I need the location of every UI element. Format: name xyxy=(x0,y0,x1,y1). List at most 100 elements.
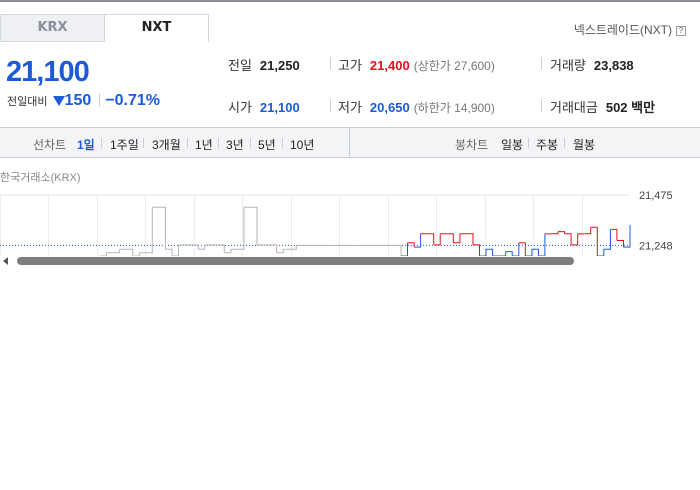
change-label: 전일대비 xyxy=(7,96,48,108)
price-line-segment xyxy=(172,244,179,256)
stat-high: 고가 21,400 (상한가 27,600) xyxy=(338,55,495,74)
stat-label: 시가 xyxy=(228,100,252,115)
price-line-segment xyxy=(603,229,611,250)
y-tick-label: 21,475 xyxy=(639,190,673,202)
stat-prev-close: 전일 21,250 xyxy=(228,55,300,74)
price-line-segment xyxy=(518,242,526,256)
price-line-segment xyxy=(525,249,533,256)
divider xyxy=(187,138,188,148)
intraday-price-chart: 21,475 21,248 xyxy=(0,190,673,256)
divider xyxy=(250,138,251,148)
stat-value: 21,100 xyxy=(259,100,300,115)
price-line-segment xyxy=(289,245,297,250)
price-line-segment xyxy=(427,233,435,245)
price-line-segment xyxy=(237,207,245,250)
divider xyxy=(528,138,529,148)
divider xyxy=(541,99,542,112)
price-line-segment xyxy=(394,244,402,256)
exchange-label: 한국거래소(KRX) xyxy=(0,172,81,184)
price-line-segment xyxy=(571,233,579,246)
price-line-segment xyxy=(113,249,121,254)
divider xyxy=(99,94,101,106)
change-value: 150 xyxy=(64,92,92,109)
price-line-segment xyxy=(250,206,258,245)
price-line-segment xyxy=(401,242,408,256)
tab-nxt[interactable]: NXT xyxy=(104,14,209,42)
stat-label: 전일 xyxy=(228,58,252,73)
divider xyxy=(541,57,542,70)
stat-label: 고가 xyxy=(338,58,362,73)
price-line-segment xyxy=(590,226,598,256)
chart-scrollbar[interactable] xyxy=(0,256,700,266)
price-line-segment xyxy=(276,249,284,254)
price-line-segment xyxy=(224,249,232,254)
price-line-segment xyxy=(453,233,461,244)
period-5y[interactable]: 5년 xyxy=(258,136,276,153)
period-1y[interactable]: 1년 xyxy=(195,136,213,153)
price-line-segment xyxy=(126,248,134,256)
help-icon[interactable]: ? xyxy=(676,26,686,36)
divider xyxy=(282,138,283,148)
candle-chart-label: 봉차트 xyxy=(455,138,489,152)
price-line-segment xyxy=(551,231,559,235)
stat-value: 21,400 xyxy=(369,58,410,73)
y-tick-label: 21,248 xyxy=(639,240,673,252)
price-change: 전일대비 150 −0.71% xyxy=(7,92,160,110)
period-10y[interactable]: 10년 xyxy=(290,136,314,153)
stat-label: 거래대금 xyxy=(550,100,598,115)
stat-value: 20,650 xyxy=(369,100,410,115)
divider xyxy=(330,57,331,70)
stat-amount: 거래대금 502 백만 xyxy=(550,97,655,116)
scroll-left-arrow-icon[interactable] xyxy=(3,257,8,265)
price-line-segment xyxy=(564,233,572,245)
price-line-segment xyxy=(145,207,153,254)
lower-limit: (하한가 14,900) xyxy=(413,101,495,115)
price-line-segment xyxy=(531,248,539,256)
period-3m[interactable]: 3개월 xyxy=(152,136,181,153)
price-line-segment xyxy=(446,233,454,243)
divider xyxy=(330,99,331,112)
current-price: 21,100 xyxy=(6,56,90,88)
price-line-segment xyxy=(217,244,225,253)
period-1d[interactable]: 1일 xyxy=(77,136,95,153)
price-line-segment xyxy=(610,228,618,241)
candle-daily[interactable]: 일봉 xyxy=(501,136,523,153)
price-line-segment xyxy=(616,240,624,248)
stat-value: 23,838 xyxy=(593,58,634,73)
divider xyxy=(143,138,144,148)
stat-low: 저가 20,650 (하한가 14,900) xyxy=(338,97,495,116)
price-line-segment xyxy=(597,249,605,256)
chart-menu-bar: 선차트 1일 1주일 3개월 1년 3년 5년 10년 봉차트 일봉 주봉 월봉 xyxy=(0,127,700,158)
nextrade-link-label: 넥스트레이드(NXT) xyxy=(573,23,672,37)
period-1w[interactable]: 1주일 xyxy=(110,136,139,153)
upper-limit: (상한가 27,600) xyxy=(413,59,495,73)
stat-value: 21,250 xyxy=(259,58,300,73)
price-line-segment xyxy=(270,244,278,253)
scroll-thumb[interactable] xyxy=(17,257,574,265)
stat-label: 거래량 xyxy=(550,58,586,73)
tab-krx[interactable]: KRX xyxy=(0,14,105,42)
price-line-segment xyxy=(486,248,494,256)
stat-label: 저가 xyxy=(338,100,362,115)
divider xyxy=(564,138,565,148)
stat-volume: 거래량 23,838 xyxy=(550,55,634,74)
change-percent: −0.71% xyxy=(105,92,161,109)
stat-open: 시가 21,100 xyxy=(228,97,300,116)
candle-weekly[interactable]: 주봉 xyxy=(536,136,558,153)
line-chart-menu: 선차트 1일 1주일 3개월 1년 3년 5년 10년 xyxy=(0,128,350,157)
price-line-segment xyxy=(466,233,474,245)
nextrade-link[interactable]: 넥스트레이드(NXT)? xyxy=(574,21,686,38)
price-line-segment xyxy=(158,206,166,250)
divider xyxy=(101,138,102,148)
price-line-segment xyxy=(473,244,480,256)
price-line-segment xyxy=(584,227,592,235)
down-arrow-icon xyxy=(52,96,65,106)
stat-value: 502 백만 xyxy=(605,100,656,115)
price-line-segment xyxy=(165,248,173,256)
top-border xyxy=(0,0,700,2)
period-3y[interactable]: 3년 xyxy=(226,136,244,153)
line-chart-label: 선차트 xyxy=(33,138,67,152)
price-line-segment xyxy=(512,242,520,256)
candle-monthly[interactable]: 월봉 xyxy=(573,136,595,153)
divider xyxy=(218,138,219,148)
